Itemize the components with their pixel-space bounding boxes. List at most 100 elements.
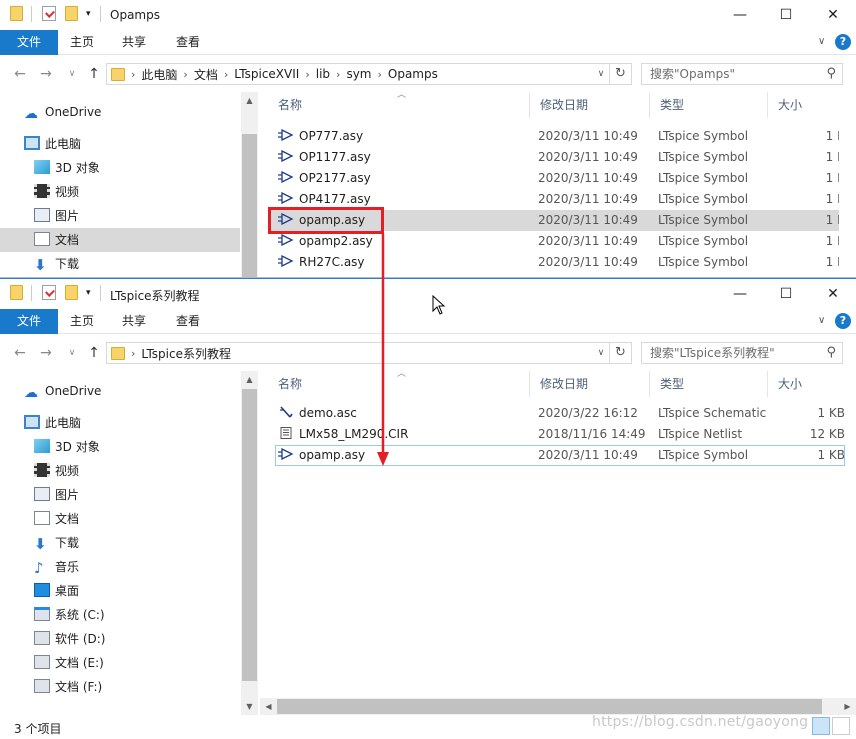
tab-file[interactable]: 文件 (0, 30, 58, 55)
large-icons-view-button[interactable] (832, 717, 850, 735)
explorer-window-opamps: ▾ Opamps — ☐ ✕ 文件 主页 共享 查看 ∨ ? ← → ∨ ↑ ›… (0, 0, 856, 278)
nav-item-music[interactable]: ♪ 音乐 (0, 555, 240, 579)
search-input[interactable]: 搜索"Opamps" ⚲ (641, 63, 843, 85)
nav-item-documents[interactable]: 文档 (0, 228, 240, 252)
refresh-button[interactable]: ↻ (610, 63, 632, 85)
nav-item-onedrive[interactable]: ☁ OneDrive (0, 100, 240, 124)
file-row[interactable]: LMx58_LM290.CIR 2018/11/16 14:49 LTspice N… (268, 424, 856, 445)
recent-locations-icon[interactable]: ∨ (64, 344, 80, 362)
nav-item-3d-objects[interactable]: 3D 对象 (0, 435, 240, 459)
nav-item-documents[interactable]: 文档 (0, 507, 240, 531)
nav-item-drive-e[interactable]: 文档 (E:) (0, 651, 240, 675)
expand-ribbon-icon[interactable]: ∨ (818, 36, 825, 47)
tab-share[interactable]: 共享 (112, 30, 156, 55)
address-field[interactable]: › 此电脑 › 文档 › LTspiceXVII › lib › sym › O… (106, 63, 610, 85)
back-button[interactable]: ← (12, 344, 28, 362)
back-button[interactable]: ← (12, 65, 28, 83)
scrollbar-thumb[interactable] (242, 134, 257, 277)
nav-item-downloads[interactable]: ⬇ 下载 (0, 531, 240, 555)
refresh-button[interactable]: ↻ (610, 342, 632, 364)
close-button[interactable]: ✕ (810, 0, 856, 30)
tab-home[interactable]: 主页 (60, 309, 104, 334)
help-icon[interactable]: ? (835, 34, 851, 50)
chevron-down-icon[interactable]: ∨ (593, 343, 609, 363)
details-view-button[interactable] (812, 717, 830, 735)
files-scrollbar[interactable] (839, 118, 856, 277)
scroll-left-icon[interactable]: ◀ (260, 698, 277, 715)
file-row[interactable]: demo.asc 2020/3/22 16:12 LTspice Schematic… (268, 403, 856, 424)
expand-ribbon-icon[interactable]: ∨ (818, 315, 825, 326)
maximize-button[interactable]: ☐ (763, 279, 809, 309)
nav-item-pictures[interactable]: 图片 (0, 483, 240, 507)
chevron-down-icon[interactable]: ∨ (593, 64, 609, 84)
file-row[interactable]: opamp2.asy 2020/3/11 10:49 LTspice Symbol 1… (268, 231, 856, 252)
scroll-down-icon[interactable]: ▼ (241, 698, 258, 715)
nav-item-3d-objects[interactable]: 3D 对象 (0, 156, 240, 180)
new-folder-icon[interactable] (65, 285, 78, 300)
file-row[interactable]: OP2177.asy 2020/3/11 10:49 LTspice Symbol 1… (268, 168, 856, 189)
quick-access-dropdown-icon[interactable]: ▾ (86, 9, 91, 27)
nav-item-videos[interactable]: 视频 (0, 459, 240, 483)
tab-view[interactable]: 查看 (166, 30, 210, 55)
nav-item-onedrive[interactable]: ☁ OneDrive (0, 379, 240, 403)
3d-objects-icon (34, 439, 50, 453)
column-size[interactable]: 大小 (768, 371, 856, 397)
scroll-up-icon[interactable]: ▲ (241, 371, 258, 388)
breadcrumb[interactable]: 此电脑 (141, 66, 177, 83)
file-row[interactable]: OP1177.asy 2020/3/11 10:49 LTspice Symbol 1… (268, 147, 856, 168)
column-type[interactable]: 类型 (650, 371, 768, 397)
nav-item-this-pc[interactable]: 此电脑 (0, 132, 240, 156)
new-folder-icon[interactable] (65, 6, 78, 21)
breadcrumb[interactable]: 文档 (194, 66, 218, 83)
maximize-button[interactable]: ☐ (763, 0, 809, 30)
nav-scrollbar[interactable]: ▲ (241, 92, 258, 277)
nav-item-drive-c[interactable]: 系统 (C:) (0, 603, 240, 627)
column-date[interactable]: 修改日期 (530, 92, 650, 118)
breadcrumb[interactable]: LTspiceXVII (234, 67, 299, 81)
tab-share[interactable]: 共享 (112, 309, 156, 334)
scrollbar-thumb[interactable] (277, 699, 822, 714)
nav-item-desktop[interactable]: 桌面 (0, 579, 240, 603)
quick-access-dropdown-icon[interactable]: ▾ (86, 288, 91, 306)
column-name[interactable]: 名称 (268, 371, 530, 397)
breadcrumb[interactable]: Opamps (388, 67, 438, 81)
tab-home[interactable]: 主页 (60, 30, 104, 55)
breadcrumb[interactable]: sym (346, 67, 371, 81)
column-name[interactable]: 名称 (268, 92, 530, 118)
nav-item-drive-f[interactable]: 文档 (F:) (0, 675, 240, 699)
files-horizontal-scrollbar[interactable]: ◀ ▶ (260, 698, 856, 715)
column-type[interactable]: 类型 (650, 92, 768, 118)
nav-item-pictures[interactable]: 图片 (0, 204, 240, 228)
file-row[interactable]: RH27C.asy 2020/3/11 10:49 LTspice Symbol 1 … (268, 252, 856, 273)
nav-item-this-pc[interactable]: 此电脑 (0, 411, 240, 435)
properties-icon[interactable] (42, 285, 56, 300)
recent-locations-icon[interactable]: ∨ (64, 65, 80, 83)
minimize-button[interactable]: — (717, 0, 763, 30)
close-button[interactable]: ✕ (810, 279, 856, 309)
up-button[interactable]: ↑ (86, 65, 102, 83)
highlight-box (268, 207, 384, 234)
search-input[interactable]: 搜索"LTspice系列教程" ⚲ (641, 342, 843, 364)
address-field[interactable]: › LTspice系列教程 ∨ (106, 342, 610, 364)
breadcrumb[interactable]: lib (316, 67, 330, 81)
search-icon: ⚲ (826, 66, 836, 81)
scroll-up-icon[interactable]: ▲ (241, 92, 258, 109)
scrollbar-thumb[interactable] (242, 389, 257, 681)
properties-icon[interactable] (42, 6, 56, 21)
file-row[interactable]: OP777.asy 2020/3/11 10:49 LTspice Symbol 1 … (268, 126, 856, 147)
breadcrumb[interactable]: LTspice系列教程 (141, 345, 231, 362)
tab-file[interactable]: 文件 (0, 309, 58, 334)
scroll-right-icon[interactable]: ▶ (839, 698, 856, 715)
minimize-button[interactable]: — (717, 279, 763, 309)
tab-view[interactable]: 查看 (166, 309, 210, 334)
column-size[interactable]: 大小 (768, 92, 856, 118)
up-button[interactable]: ↑ (86, 344, 102, 362)
column-date[interactable]: 修改日期 (530, 371, 650, 397)
help-icon[interactable]: ? (835, 313, 851, 329)
forward-button[interactable]: → (38, 344, 54, 362)
nav-item-drive-d[interactable]: 软件 (D:) (0, 627, 240, 651)
nav-item-downloads[interactable]: ⬇ 下载 (0, 252, 240, 276)
nav-item-videos[interactable]: 视频 (0, 180, 240, 204)
forward-button[interactable]: → (38, 65, 54, 83)
nav-scrollbar[interactable]: ▲ ▼ (241, 371, 258, 715)
